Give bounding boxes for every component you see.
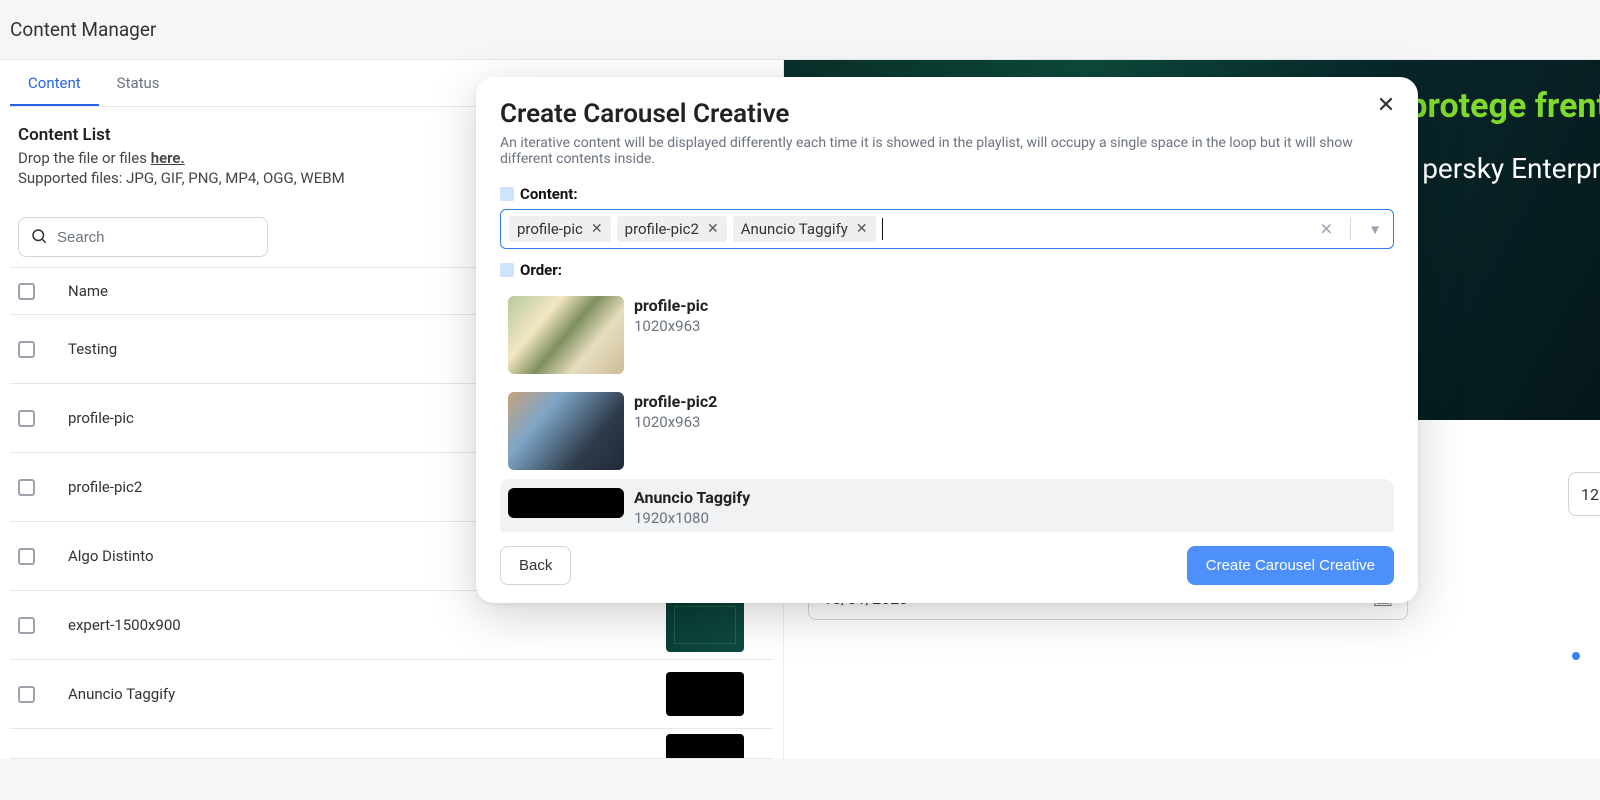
chip-remove-icon[interactable]: ✕ — [591, 221, 603, 237]
modal-overlay: ✕ Create Carousel Creative An iterative … — [0, 0, 1600, 800]
chip-remove-icon[interactable]: ✕ — [856, 221, 868, 237]
order-item-dim: 1020x963 — [634, 413, 717, 431]
order-item-dim: 1020x963 — [634, 317, 708, 335]
create-carousel-button[interactable]: Create Carousel Creative — [1187, 546, 1394, 585]
content-field-label: Content: — [500, 185, 1394, 203]
clipboard-icon — [500, 263, 514, 277]
clear-all-icon[interactable]: ✕ — [1320, 220, 1333, 239]
order-item-dim: 1920x1080 — [634, 509, 750, 527]
order-thumb — [508, 488, 624, 518]
order-item-name: profile-pic2 — [634, 392, 717, 411]
order-item[interactable]: Anuncio Taggify 1920x1080 — [500, 479, 1394, 532]
order-thumb — [508, 296, 624, 374]
chip-remove-icon[interactable]: ✕ — [707, 221, 719, 237]
back-button[interactable]: Back — [500, 546, 571, 585]
order-field-label: Order: — [500, 261, 1394, 279]
order-item[interactable]: profile-pic 1020x963 — [500, 287, 1394, 383]
order-item-name: Anuncio Taggify — [634, 488, 750, 507]
chip-label: Anuncio Taggify — [741, 220, 848, 238]
text-cursor — [882, 218, 883, 240]
order-label-text: Order: — [520, 261, 562, 279]
chip-label: profile-pic2 — [625, 220, 699, 238]
modal-subtitle: An iterative content will be displayed d… — [500, 135, 1394, 167]
close-icon[interactable]: ✕ — [1372, 91, 1400, 119]
order-item-name: profile-pic — [634, 296, 708, 315]
chevron-down-icon[interactable]: ▾ — [1371, 220, 1379, 239]
order-thumb — [508, 392, 624, 470]
content-label-text: Content: — [520, 185, 578, 203]
clipboard-icon — [500, 187, 514, 201]
chip: profile-pic ✕ — [509, 216, 611, 242]
create-carousel-modal: ✕ Create Carousel Creative An iterative … — [476, 77, 1418, 603]
order-list: profile-pic 1020x963 profile-pic2 1020x9… — [500, 287, 1394, 532]
chip: profile-pic2 ✕ — [617, 216, 727, 242]
content-multiselect[interactable]: profile-pic ✕ profile-pic2 ✕ Anuncio Taggi… — [500, 209, 1394, 249]
modal-title: Create Carousel Creative — [500, 99, 1394, 129]
chip: Anuncio Taggify ✕ — [733, 216, 876, 242]
chip-label: profile-pic — [517, 220, 583, 238]
order-item[interactable]: profile-pic2 1020x963 — [500, 383, 1394, 479]
